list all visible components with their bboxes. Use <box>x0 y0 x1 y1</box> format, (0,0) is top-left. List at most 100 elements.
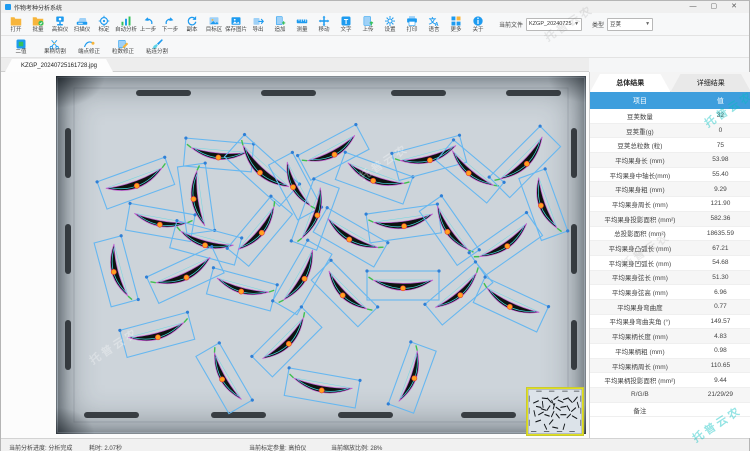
toolbar-button-label: 测量 <box>296 27 307 34</box>
document-tab[interactable]: KZGP_20240725161728.jpg <box>5 59 113 72</box>
pod-detection <box>250 305 323 378</box>
pod-detection <box>195 341 254 415</box>
result-item-label: 平均果柄投影面积 (mm²) <box>590 373 690 387</box>
text-icon: T <box>340 15 352 27</box>
edit-toolbar: 二值果柄切割 端点修正粒数修正粘连分割 <box>1 36 749 58</box>
results-panel: 总体结果 详细结果 项目 值 豆荚数量32豆荚重(g)0豆荚总粒数 (粒)75平… <box>589 72 750 438</box>
toolbar-button-label: 自动分析 <box>115 27 137 34</box>
document-tab-bar: KZGP_20240725161728.jpg <box>1 58 589 72</box>
result-item-label: 备注 <box>590 403 690 417</box>
toolbar-button-binary[interactable]: 二值 <box>7 37 35 56</box>
toolbar-button-move[interactable]: 移动 <box>313 15 335 34</box>
toolbar-button-scanner[interactable]: 扫描仪 <box>71 15 93 34</box>
pod-detection <box>118 310 196 358</box>
toolbar-button-calibration-target[interactable]: 标定 <box>93 15 115 34</box>
status-bar: 当前分析进度: 分析完成 耗时: 2.07秒 当前标定参量: 高拍仪 当前缩放比… <box>1 438 749 451</box>
toolbar-button-duplicate[interactable]: 副本 <box>181 15 203 34</box>
result-item-label: 豆荚重(g) <box>590 124 690 138</box>
result-row: 豆荚重(g)0 <box>590 124 750 139</box>
toolbar-button-export[interactable]: 导出 <box>247 15 269 34</box>
pod-detection-overlay <box>56 76 586 434</box>
toolbar-button-save-image[interactable]: 保存图片 <box>225 15 247 34</box>
toolbar-button-label: 设置 <box>384 27 395 34</box>
result-row: 平均果身弯曲度0.77 <box>590 300 750 315</box>
result-item-label: 总投影面积 (mm²) <box>590 227 690 241</box>
toolbar-button-append[interactable]: 追加 <box>269 15 291 34</box>
toolbar-button-label: 下一步 <box>162 27 179 34</box>
toolbar-button-print[interactable]: 打印 <box>401 15 423 34</box>
toolbar-button-open-folder[interactable]: 打开 <box>5 15 27 34</box>
result-row: 豆荚数量32 <box>590 109 750 124</box>
toolbar-button-label: 追加 <box>274 27 285 34</box>
result-item-value: 55.40 <box>690 168 750 182</box>
tab-overall-results[interactable]: 总体结果 <box>590 74 671 92</box>
result-row: 平均果身凸弧长 (mm)67.21 <box>590 241 750 256</box>
settings-gear-icon <box>384 15 396 27</box>
toolbar-button-label: 果柄切割 <box>44 49 66 56</box>
result-item-value: 21/29/29 <box>690 388 750 402</box>
toolbar-button-doc-camera[interactable]: 高拍仪 <box>49 15 71 34</box>
result-item-label: 平均果身长 (mm) <box>590 153 690 167</box>
toolbar-button-label: 扫描仪 <box>74 27 91 34</box>
toolbar-button-split-brush[interactable]: 粘连分割 <box>143 37 171 56</box>
toolbar-button-settings-gear[interactable]: 设置 <box>379 15 401 34</box>
result-item-value: 582.36 <box>690 212 750 226</box>
minimize-button[interactable]: — <box>690 1 697 13</box>
pod-detection <box>225 194 293 268</box>
result-item-label: 平均果柄粗 (mm) <box>590 344 690 358</box>
result-item-label: R/G/B <box>590 388 690 402</box>
pod-detection <box>418 194 481 267</box>
result-row: 豆荚总粒数 (粒)75 <box>590 138 750 153</box>
type-label: 类型 <box>592 20 604 29</box>
toolbar-button-auto-analysis[interactable]: 自动分析 <box>115 15 137 34</box>
result-item-value: 75 <box>690 138 750 152</box>
toolbar-button-redo[interactable]: 下一步 <box>159 15 181 34</box>
toolbar-button-target-region[interactable]: 目标区 <box>203 15 225 34</box>
pod-detection <box>518 167 569 242</box>
toolbar-button-text[interactable]: T文字 <box>335 15 357 34</box>
export-icon <box>252 15 264 27</box>
result-item-value: 0.77 <box>690 300 750 314</box>
toolbar-button-stem-cut[interactable]: 果柄切割 <box>41 37 69 56</box>
application-window: 作物考种分析系统 — ▢ ✕ 打开批量高拍仪扫描仪标定自动分析上一步下一步副本目… <box>0 0 750 451</box>
type-dropdown[interactable]: 豆荚 ▼ <box>607 18 653 31</box>
count-fix-icon <box>117 37 129 49</box>
toolbar-button-endpoint-fix[interactable]: 端点修正 <box>75 37 103 56</box>
toolbar-button-label: 文字 <box>340 27 351 34</box>
result-item-label: 豆荚总粒数 (粒) <box>590 138 690 152</box>
navigator-thumbnail[interactable] <box>527 388 583 435</box>
print-icon <box>406 15 418 27</box>
result-row: 平均果身投影面积 (mm²)582.36 <box>590 212 750 227</box>
chevron-down-icon: ▼ <box>645 21 650 27</box>
title-bar: 作物考种分析系统 — ▢ ✕ <box>1 1 749 13</box>
result-item-label: 平均果身凹弧长 (mm) <box>590 256 690 270</box>
type-value: 豆荚 <box>610 20 643 28</box>
close-button[interactable]: ✕ <box>731 1 737 13</box>
more-grid-icon <box>450 15 462 27</box>
result-row: 平均果身粗 (mm)9.29 <box>590 182 750 197</box>
result-item-label: 平均果身粗 (mm) <box>590 182 690 196</box>
toolbar-button-measure[interactable]: 测量 <box>291 15 313 34</box>
toolbar-button-more-grid[interactable]: 更多 <box>445 15 467 34</box>
pod-detection <box>467 210 544 276</box>
toolbar-button-language[interactable]: 文A语言 <box>423 15 445 34</box>
result-item-value <box>690 403 750 417</box>
maximize-button[interactable]: ▢ <box>711 1 718 13</box>
toolbar-button-label: 保存图片 <box>225 27 247 34</box>
binary-icon <box>15 37 27 49</box>
current-file-dropdown[interactable]: KZGP_20240725161728.jpg ▼ <box>526 18 582 31</box>
toolbar-button-about-info[interactable]: 关于 <box>467 15 489 34</box>
result-item-label: 平均果身凸弧长 (mm) <box>590 241 690 255</box>
image-viewport: 托普云农 托普云农 <box>1 72 589 438</box>
toolbar-button-count-fix[interactable]: 粒数修正 <box>109 37 137 56</box>
toolbar-button-upload[interactable]: 上传 <box>357 15 379 34</box>
result-row: 平均果身弦高 (mm)6.96 <box>590 285 750 300</box>
toolbar-button-label: 导出 <box>252 27 263 34</box>
status-elapsed: 耗时: 2.07秒 <box>89 443 122 451</box>
toolbar-button-undo[interactable]: 上一步 <box>137 15 159 34</box>
tab-detail-results[interactable]: 详细结果 <box>671 74 750 92</box>
split-brush-icon <box>151 37 163 49</box>
toolbar-button-label: 上传 <box>362 27 373 34</box>
analysis-canvas[interactable]: 托普云农 托普云农 <box>56 76 586 434</box>
toolbar-button-batch-folder[interactable]: 批量 <box>27 15 49 34</box>
